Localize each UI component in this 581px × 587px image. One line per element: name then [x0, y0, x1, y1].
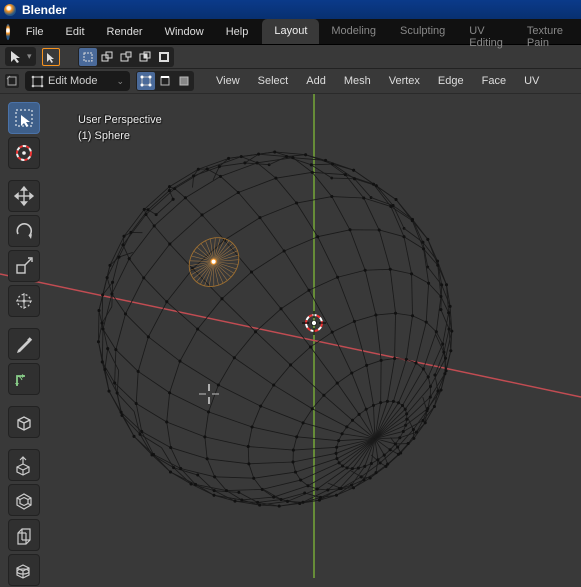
active-object-label: (1) Sphere — [78, 128, 162, 144]
3d-viewport[interactable]: User Perspective (1) Sphere — [0, 94, 581, 578]
tool-select-box[interactable] — [8, 102, 40, 134]
workspace-tabs: Layout Modeling Sculpting UV Editing Tex… — [262, 19, 575, 44]
select-mode-group — [78, 47, 174, 67]
menu-help[interactable]: Help — [216, 22, 259, 42]
active-tool-select-box[interactable] — [42, 48, 60, 66]
menu-render[interactable]: Render — [97, 22, 153, 42]
mesh-sphere — [97, 150, 453, 507]
header-vertex[interactable]: Vertex — [383, 72, 426, 90]
tool-scale[interactable] — [8, 250, 40, 282]
select-subtract-mode[interactable] — [117, 48, 135, 66]
header-view[interactable]: View — [210, 72, 246, 90]
header-select[interactable]: Select — [252, 72, 295, 90]
select-invert-mode[interactable] — [155, 48, 173, 66]
window-titlebar: Blender — [0, 0, 581, 19]
tool-loop-cut[interactable] — [8, 554, 40, 586]
select-extend-mode[interactable] — [98, 48, 116, 66]
viewport-crosshair-icon — [199, 384, 219, 404]
interaction-mode-dropdown[interactable]: ▾ — [5, 47, 36, 66]
editor-type-dropdown[interactable] — [5, 74, 19, 88]
face-select-mode[interactable] — [175, 72, 193, 90]
viewport-overlay-text: User Perspective (1) Sphere — [78, 112, 162, 144]
select-set-mode[interactable] — [79, 48, 97, 66]
menu-file[interactable]: File — [16, 22, 54, 42]
perspective-label: User Perspective — [78, 112, 162, 128]
tool-cursor[interactable] — [8, 137, 40, 169]
editor-header: Edit Mode ⌄ View Select Add Mesh Vertex … — [0, 69, 581, 94]
edit-mode-icon — [31, 75, 44, 88]
tool-extrude-region[interactable] — [8, 449, 40, 481]
main-menubar: File Edit Render Window Help Layout Mode… — [0, 19, 581, 45]
window-title: Blender — [22, 3, 67, 17]
tool-inset-faces[interactable] — [8, 484, 40, 516]
header-add[interactable]: Add — [300, 72, 332, 90]
menu-window[interactable]: Window — [155, 22, 214, 42]
tool-rotate[interactable] — [8, 215, 40, 247]
viewport-canvas — [0, 94, 581, 578]
axis-x — [0, 274, 581, 397]
tool-move[interactable] — [8, 180, 40, 212]
menu-edit[interactable]: Edit — [56, 22, 95, 42]
mesh-select-mode — [136, 71, 194, 91]
tab-texture-paint[interactable]: Texture Pain — [515, 19, 575, 44]
tool-transform[interactable] — [8, 285, 40, 317]
tab-modeling[interactable]: Modeling — [319, 19, 388, 44]
tab-layout[interactable]: Layout — [262, 19, 319, 44]
tool-measure[interactable] — [8, 363, 40, 395]
tab-uv-editing[interactable]: UV Editing — [457, 19, 515, 44]
mode-dropdown[interactable]: Edit Mode ⌄ — [25, 71, 130, 91]
tool-bevel[interactable] — [8, 519, 40, 551]
blender-icon[interactable] — [6, 24, 10, 40]
select-intersect-mode[interactable] — [136, 48, 154, 66]
viewport-toolbar — [8, 102, 42, 587]
vertex-select-mode[interactable] — [137, 72, 155, 90]
header-mesh[interactable]: Mesh — [338, 72, 377, 90]
mode-label: Edit Mode — [48, 75, 98, 87]
header-edge[interactable]: Edge — [432, 72, 470, 90]
header-uv[interactable]: UV — [518, 72, 545, 90]
header-face[interactable]: Face — [476, 72, 512, 90]
tool-annotate[interactable] — [8, 328, 40, 360]
edge-select-mode[interactable] — [156, 72, 174, 90]
tab-sculpting[interactable]: Sculpting — [388, 19, 457, 44]
blender-logo-icon — [4, 4, 16, 16]
chevron-down-icon: ⌄ — [116, 76, 124, 87]
tool-add-cube[interactable] — [8, 406, 40, 438]
